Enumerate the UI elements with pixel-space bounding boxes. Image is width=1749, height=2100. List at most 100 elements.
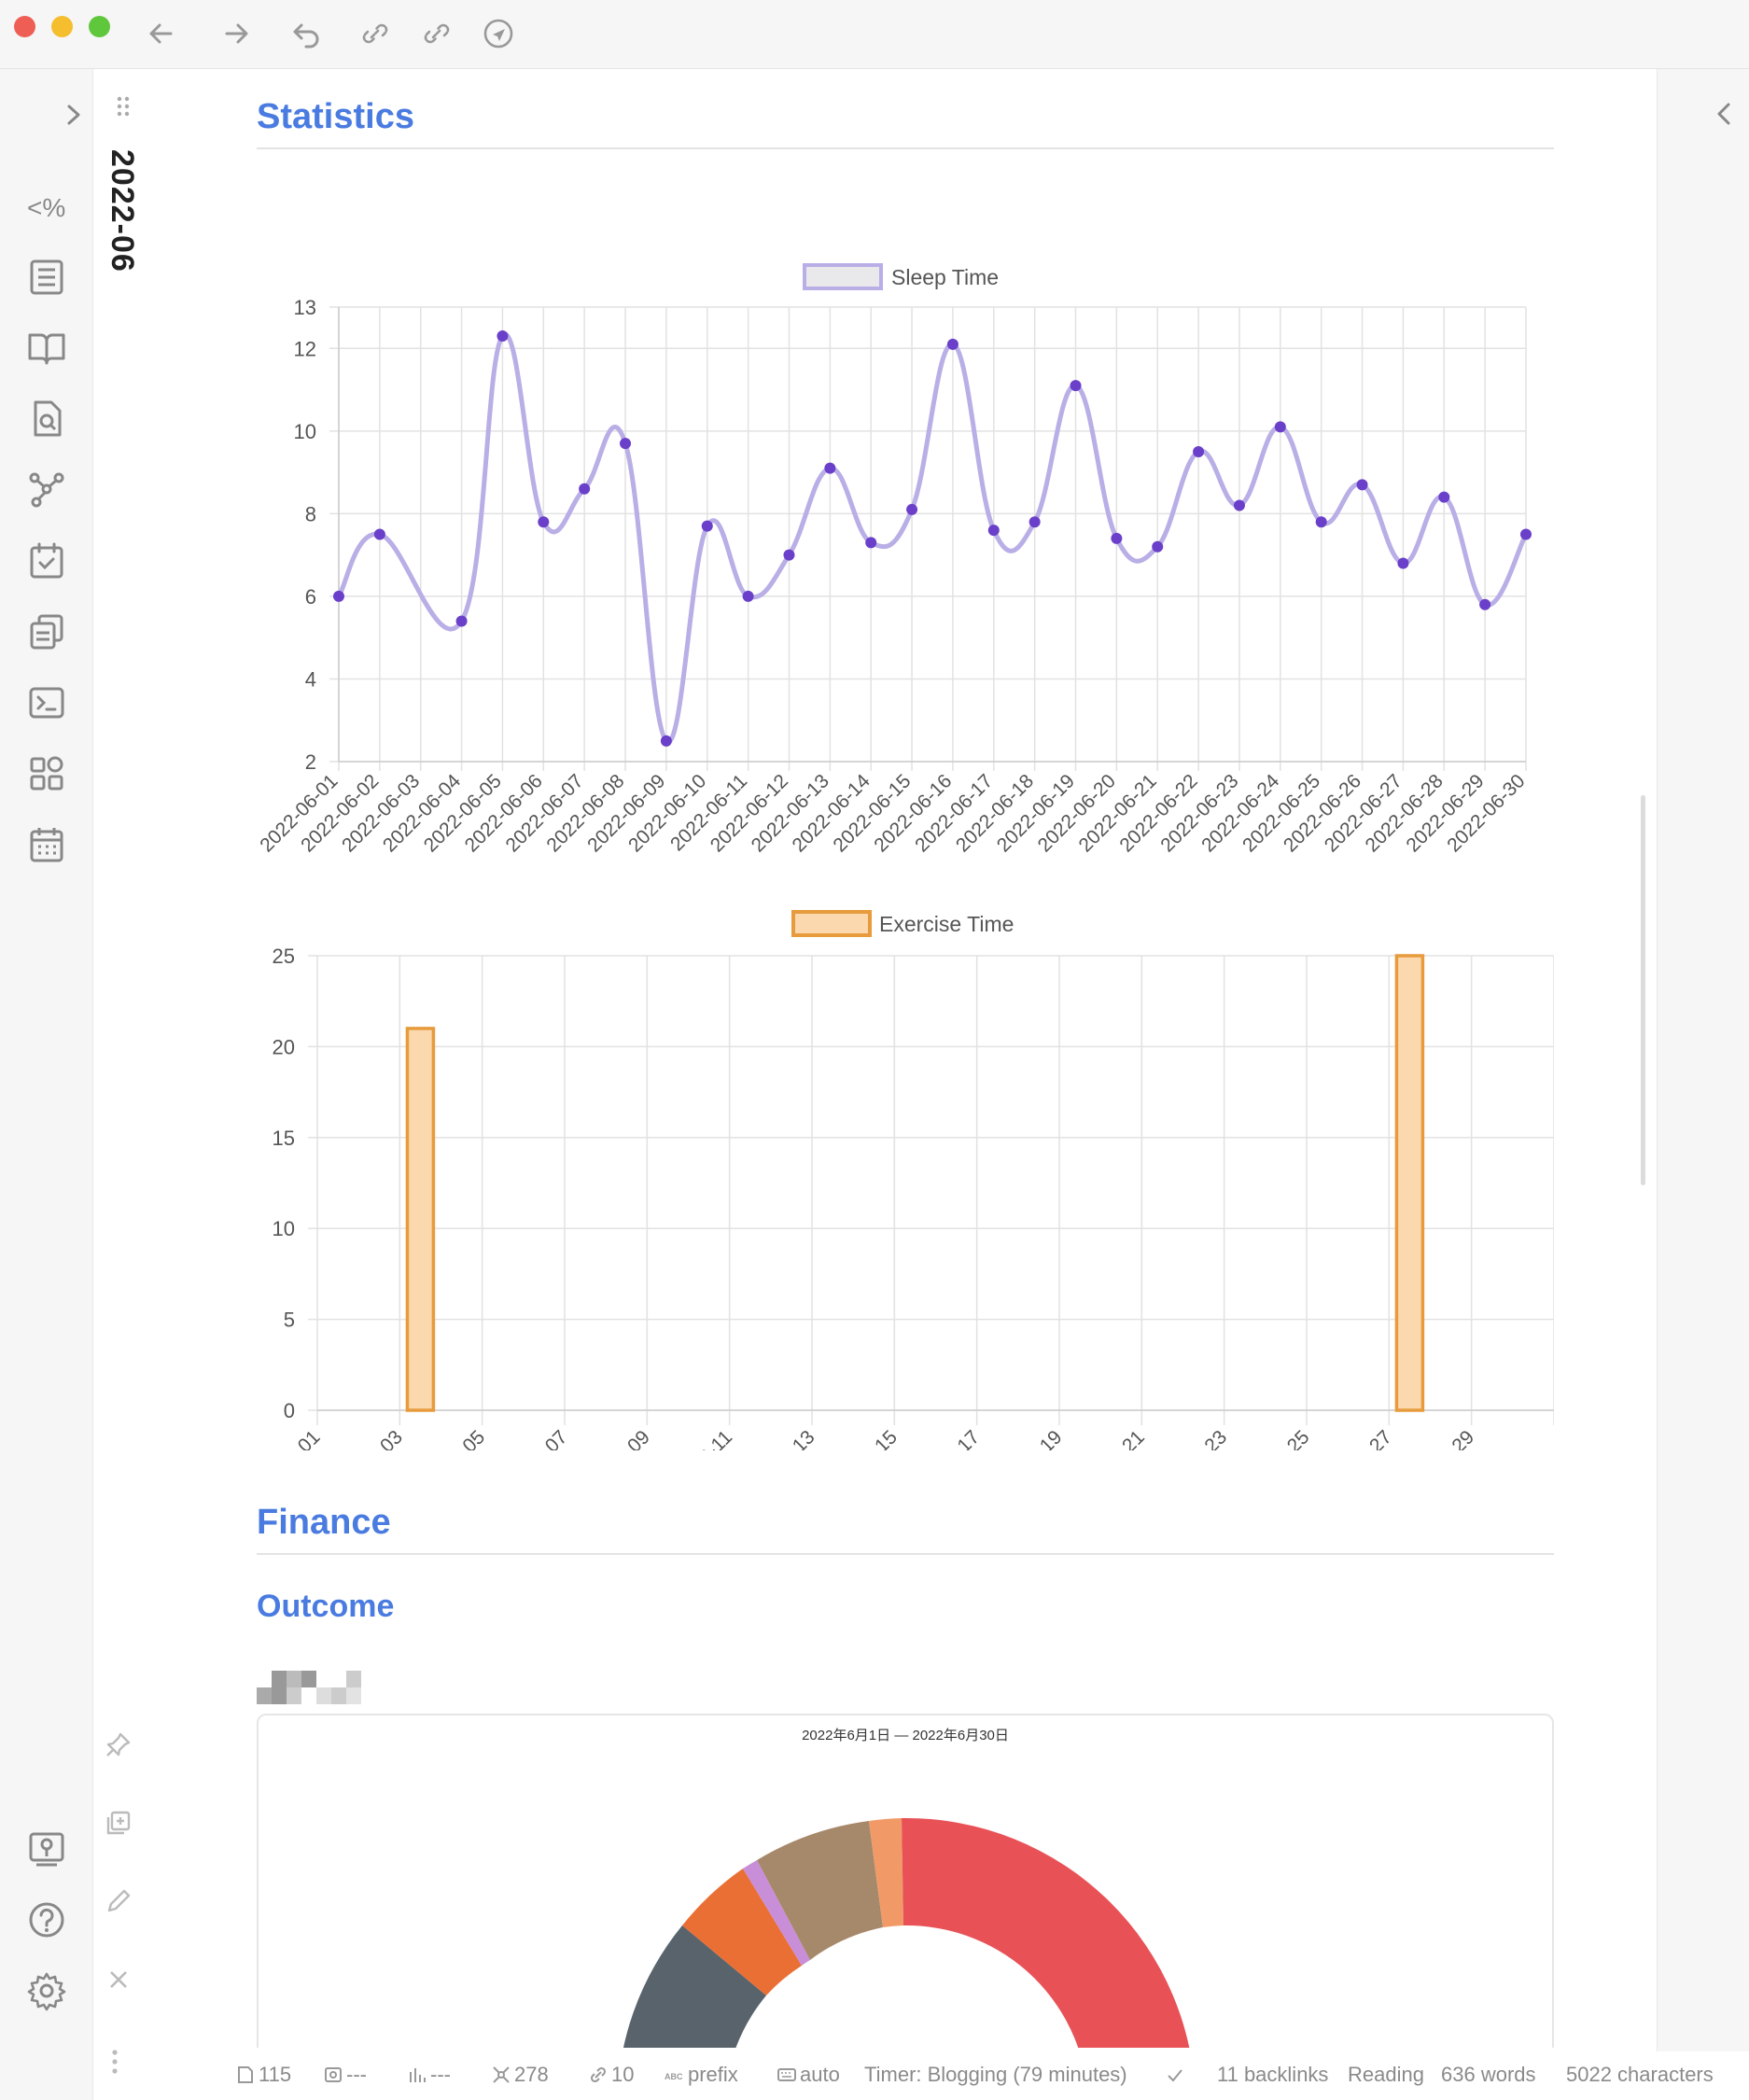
- templater-icon[interactable]: <%: [25, 187, 68, 230]
- exercise-time-chart: Exercise Time05101520252022-06-012022-06…: [257, 910, 1554, 1450]
- status-item-a[interactable]: ---: [323, 2063, 367, 2087]
- settings-gear-icon[interactable]: [25, 1969, 68, 2012]
- drag-handle-icon[interactable]: [116, 95, 131, 122]
- calendar-icon[interactable]: [25, 823, 68, 866]
- sleep-data-point: [783, 549, 795, 561]
- y-tick-label: 20: [273, 1035, 295, 1058]
- forward-arrow-icon[interactable]: [219, 17, 253, 50]
- expense-donut-chart: [623, 1817, 1190, 2048]
- list-document-icon[interactable]: [25, 256, 68, 299]
- y-tick-label: 10: [294, 420, 316, 443]
- sleep-data-point: [1152, 540, 1164, 553]
- sleep-data-point: [660, 735, 672, 747]
- status-graph[interactable]: 278: [491, 2063, 549, 2087]
- status-keyboard[interactable]: auto: [777, 2063, 840, 2087]
- sleep-data-point: [906, 503, 918, 515]
- sleep-data-point: [987, 525, 1000, 537]
- exercise-legend: Exercise Time: [791, 910, 1014, 937]
- close-pane-icon[interactable]: [105, 1966, 133, 1998]
- sleep-data-point: [1438, 491, 1450, 503]
- maximize-window-button[interactable]: [89, 16, 110, 37]
- y-tick-label: 8: [305, 502, 316, 525]
- legend-swatch: [803, 263, 883, 290]
- status-sync[interactable]: [1165, 2063, 1188, 2087]
- status-item-b[interactable]: ---: [407, 2063, 451, 2087]
- sleep-data-point: [701, 520, 713, 532]
- donut-slice-red: [902, 1817, 1190, 2048]
- help-icon[interactable]: [25, 1898, 68, 1941]
- y-tick-label: 13: [294, 296, 316, 319]
- x-tick-label: 2022-06-19: [980, 1426, 1066, 1450]
- minimize-window-button[interactable]: [51, 16, 73, 37]
- status-words: 636 words: [1441, 2063, 1536, 2086]
- legend-label: Exercise Time: [879, 912, 1014, 936]
- back-arrow-icon[interactable]: [145, 17, 178, 50]
- terminal-icon[interactable]: [25, 681, 68, 724]
- status-timer[interactable]: Timer: Blogging (79 minutes): [864, 2063, 1127, 2087]
- x-tick-label: 2022-06-17: [898, 1426, 984, 1450]
- sleep-data-point: [1356, 479, 1368, 491]
- checkmark-icon: [1168, 2069, 1182, 2082]
- scrollbar-thumb[interactable]: [1641, 795, 1645, 1185]
- status-prefix[interactable]: ABC prefix: [665, 2063, 738, 2087]
- y-tick-label: 15: [273, 1127, 295, 1150]
- graph-view-icon[interactable]: [25, 469, 68, 511]
- sleep-data-point: [333, 590, 344, 602]
- sleep-data-point: [1479, 598, 1491, 610]
- edit-pencil-icon[interactable]: [105, 1887, 133, 1920]
- sleep-data-point: [1028, 516, 1041, 528]
- grid: [329, 306, 1527, 771]
- heading-statistics: Statistics: [257, 97, 414, 136]
- heading-finance: Finance: [257, 1503, 391, 1542]
- collapse-right-sidebar-icon[interactable]: [1714, 97, 1736, 135]
- sleep-data-point: [1233, 499, 1245, 511]
- sleep-data-point: [1274, 421, 1286, 433]
- new-tab-icon[interactable]: [105, 1809, 133, 1841]
- status-links[interactable]: 10: [588, 2063, 634, 2087]
- apps-grid-icon[interactable]: [25, 752, 68, 795]
- sleep-data-point: [742, 590, 754, 602]
- x-tick-label: 2022-06-09: [568, 1426, 654, 1450]
- sleep-data-point: [455, 615, 468, 627]
- book-icon[interactable]: [25, 327, 68, 370]
- x-tick-label: 2022-06-15: [816, 1426, 902, 1450]
- copy-pages-icon[interactable]: [25, 610, 68, 653]
- sleep-data-point: [946, 338, 958, 350]
- x-tick-label: 2022-06-21: [1063, 1426, 1149, 1450]
- x-tick-label: 2022-06-23: [1145, 1426, 1231, 1450]
- status-mode[interactable]: Reading: [1348, 2063, 1424, 2087]
- sleep-data-point: [1520, 528, 1532, 540]
- close-window-button[interactable]: [14, 16, 35, 37]
- expand-sidebar-icon[interactable]: [53, 93, 80, 136]
- right-sidebar: [1657, 69, 1749, 2100]
- heading-divider: [257, 147, 1554, 149]
- calendar-check-icon[interactable]: [25, 539, 68, 582]
- x-tick-label: 2022-06-25: [1227, 1426, 1313, 1450]
- bar-stats-icon: [410, 2068, 426, 2082]
- y-tick-label: 10: [273, 1217, 295, 1240]
- sleep-data-point: [1193, 445, 1205, 457]
- file-search-icon[interactable]: [25, 398, 68, 441]
- navigate-icon[interactable]: [482, 17, 515, 50]
- sleep-data-point: [579, 483, 591, 495]
- sleep-time-chart: Sleep Time24681012132022-06-012022-06-02…: [257, 263, 1532, 856]
- status-edits[interactable]: 115: [235, 2063, 291, 2087]
- x-tick-label: 2022-06-27: [1310, 1426, 1396, 1450]
- sleep-data-point: [373, 528, 385, 540]
- sleep-data-point: [497, 329, 509, 342]
- pin-icon[interactable]: [105, 1730, 133, 1763]
- note-content: Statistics Sleep Time 2 4 6 8 10 12 13 2022-06-0…: [257, 69, 1554, 2048]
- sleep-data-point: [824, 462, 836, 474]
- grid: [308, 955, 1554, 1425]
- disk-icon: [325, 2067, 342, 2082]
- undo-icon[interactable]: [289, 17, 323, 50]
- status-backlinks[interactable]: 11 backlinks: [1217, 2063, 1328, 2087]
- x-tick-label: 2022-06-07: [485, 1426, 571, 1450]
- sync-link-icon[interactable]: [358, 17, 392, 50]
- sync-link-alt-icon[interactable]: [420, 17, 454, 50]
- expense-chart-card: 2022年6月1日 — 2022年6月30日: [257, 1714, 1554, 2048]
- vault-switch-icon[interactable]: [25, 1827, 68, 1870]
- y-tick-label: 12: [294, 337, 316, 360]
- more-options-icon[interactable]: [110, 2048, 119, 2080]
- y-tick-label: 2: [305, 750, 316, 774]
